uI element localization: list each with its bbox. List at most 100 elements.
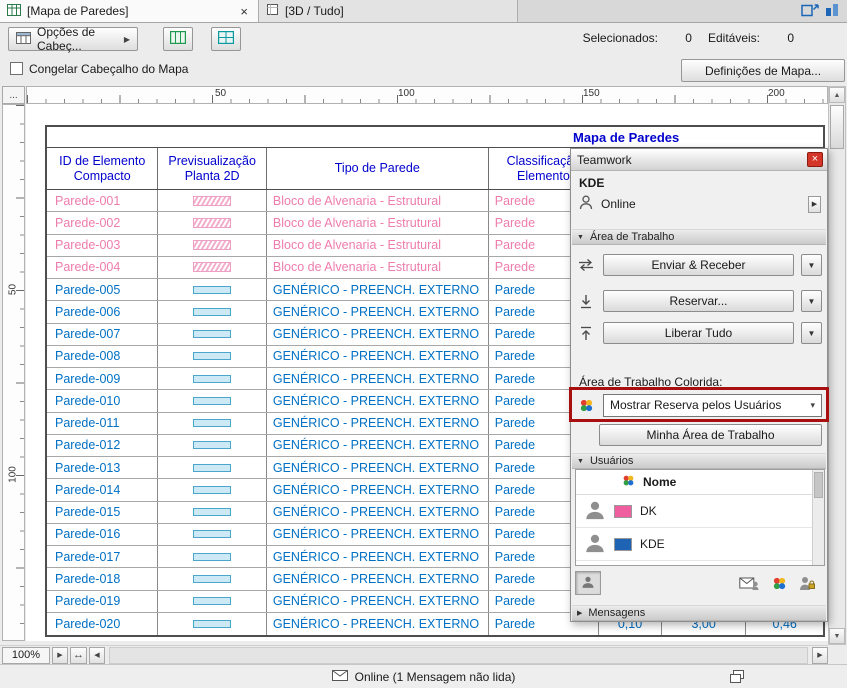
- cell-wall-type[interactable]: GENÉRICO - PREENCH. EXTERNO: [267, 546, 489, 567]
- cell-preview[interactable]: [158, 368, 266, 389]
- cell-wall-type[interactable]: GENÉRICO - PREENCH. EXTERNO: [267, 435, 489, 456]
- cell-element-id[interactable]: Parede-011: [47, 413, 158, 434]
- cell-wall-type[interactable]: Bloco de Alvenaria - Estrutural: [267, 190, 489, 211]
- tab-3d-tudo[interactable]: [3D / Tudo]: [259, 0, 518, 22]
- cell-element-id[interactable]: Parede-009: [47, 368, 158, 389]
- scroll-right-button[interactable]: ▶: [812, 647, 828, 664]
- cell-preview[interactable]: [158, 301, 266, 322]
- organizer-icon[interactable]: [824, 2, 840, 20]
- cell-element-id[interactable]: Parede-001: [47, 190, 158, 211]
- cell-wall-type[interactable]: GENÉRICO - PREENCH. EXTERNO: [267, 413, 489, 434]
- vertical-scrollbar[interactable]: ▲ ▼: [828, 86, 846, 645]
- column-header-type[interactable]: Tipo de Parede: [267, 148, 489, 189]
- user-row[interactable]: KDE: [576, 528, 824, 561]
- cell-preview[interactable]: [158, 524, 266, 545]
- cascade-windows-icon[interactable]: [730, 670, 744, 686]
- users-list-header[interactable]: Nome: [576, 470, 824, 495]
- horizontal-ruler[interactable]: 50 100 150 200: [26, 86, 828, 104]
- cell-wall-type[interactable]: GENÉRICO - PREENCH. EXTERNO: [267, 368, 489, 389]
- cell-preview[interactable]: [158, 546, 266, 567]
- tab-close-icon[interactable]: ×: [237, 4, 251, 19]
- cell-element-id[interactable]: Parede-013: [47, 457, 158, 478]
- map-settings-button[interactable]: Definições de Mapa...: [681, 59, 845, 82]
- release-all-dropdown[interactable]: ▼: [801, 322, 822, 344]
- cell-preview[interactable]: [158, 479, 266, 500]
- reserve-button[interactable]: Reservar...: [603, 290, 794, 312]
- cell-wall-type[interactable]: GENÉRICO - PREENCH. EXTERNO: [267, 346, 489, 367]
- section-usuarios[interactable]: ▼ Usuários: [572, 453, 826, 469]
- cell-element-id[interactable]: Parede-004: [47, 257, 158, 278]
- pop-up-navigator-icon[interactable]: [801, 2, 819, 20]
- cell-wall-type[interactable]: Bloco de Alvenaria - Estrutural: [267, 212, 489, 233]
- cell-preview[interactable]: [158, 457, 266, 478]
- cell-element-id[interactable]: Parede-003: [47, 235, 158, 256]
- cell-preview[interactable]: [158, 235, 266, 256]
- ruler-options-button[interactable]: ...: [2, 86, 25, 104]
- cell-preview[interactable]: [158, 413, 266, 434]
- insert-field-button[interactable]: [163, 27, 193, 51]
- cell-preview[interactable]: [158, 613, 266, 635]
- merge-cells-button[interactable]: [211, 27, 241, 51]
- my-workspace-button[interactable]: Minha Área de Trabalho: [599, 424, 822, 446]
- cell-preview[interactable]: [158, 435, 266, 456]
- scroll-up-button[interactable]: ▲: [829, 87, 845, 103]
- send-receive-button[interactable]: Enviar & Receber: [603, 254, 794, 276]
- cell-preview[interactable]: [158, 390, 266, 411]
- cell-wall-type[interactable]: GENÉRICO - PREENCH. EXTERNO: [267, 279, 489, 300]
- freeze-header-checkbox[interactable]: [10, 62, 23, 75]
- column-header-preview[interactable]: Previsualização Planta 2D: [158, 148, 266, 189]
- header-options-button[interactable]: Opções de Cabeç... ▶: [8, 27, 138, 51]
- status-message[interactable]: Online (1 Mensagem não lida): [355, 670, 516, 684]
- cell-preview[interactable]: [158, 212, 266, 233]
- cell-wall-type[interactable]: GENÉRICO - PREENCH. EXTERNO: [267, 324, 489, 345]
- users-scrollbar[interactable]: [812, 470, 824, 565]
- cell-preview[interactable]: [158, 324, 266, 345]
- cell-preview[interactable]: [158, 346, 266, 367]
- show-user-colors-icon[interactable]: [767, 573, 791, 593]
- fit-in-window-button[interactable]: ↔: [70, 647, 87, 664]
- release-all-button[interactable]: Liberar Tudo: [603, 322, 794, 344]
- cell-wall-type[interactable]: GENÉRICO - PREENCH. EXTERNO: [267, 457, 489, 478]
- cell-element-id[interactable]: Parede-012: [47, 435, 158, 456]
- horizontal-scrollbar-track[interactable]: [109, 647, 808, 664]
- reserve-dropdown[interactable]: ▼: [801, 290, 822, 312]
- scroll-down-button[interactable]: ▼: [829, 628, 845, 644]
- send-message-icon[interactable]: [737, 573, 761, 593]
- palette-titlebar[interactable]: Teamwork ×: [571, 149, 827, 171]
- scroll-left-button[interactable]: ◀: [89, 647, 105, 664]
- close-icon[interactable]: ×: [807, 152, 823, 167]
- user-access-icon[interactable]: [795, 573, 819, 593]
- cell-wall-type[interactable]: GENÉRICO - PREENCH. EXTERNO: [267, 502, 489, 523]
- cell-preview[interactable]: [158, 502, 266, 523]
- cell-element-id[interactable]: Parede-016: [47, 524, 158, 545]
- cell-preview[interactable]: [158, 279, 266, 300]
- send-receive-dropdown[interactable]: ▼: [801, 254, 822, 276]
- user-filter-button[interactable]: [575, 571, 601, 595]
- zoom-menu-button[interactable]: ▶: [52, 647, 68, 664]
- cell-element-id[interactable]: Parede-005: [47, 279, 158, 300]
- cell-wall-type[interactable]: GENÉRICO - PREENCH. EXTERNO: [267, 591, 489, 612]
- cell-element-id[interactable]: Parede-014: [47, 479, 158, 500]
- colored-workspace-select[interactable]: Mostrar Reserva pelos Usuários ▾: [603, 394, 822, 417]
- cell-wall-type[interactable]: GENÉRICO - PREENCH. EXTERNO: [267, 568, 489, 589]
- cell-element-id[interactable]: Parede-010: [47, 390, 158, 411]
- cell-element-id[interactable]: Parede-002: [47, 212, 158, 233]
- cell-preview[interactable]: [158, 257, 266, 278]
- cell-element-id[interactable]: Parede-007: [47, 324, 158, 345]
- cell-element-id[interactable]: Parede-017: [47, 546, 158, 567]
- section-area-de-trabalho[interactable]: ▼ Área de Trabalho: [572, 229, 826, 245]
- cell-element-id[interactable]: Parede-006: [47, 301, 158, 322]
- cell-preview[interactable]: [158, 591, 266, 612]
- cell-wall-type[interactable]: GENÉRICO - PREENCH. EXTERNO: [267, 390, 489, 411]
- zoom-level[interactable]: 100%: [2, 647, 50, 664]
- tab-mapa-de-paredes[interactable]: [Mapa de Paredes] ×: [0, 0, 259, 22]
- cell-wall-type[interactable]: GENÉRICO - PREENCH. EXTERNO: [267, 613, 489, 635]
- cell-wall-type[interactable]: Bloco de Alvenaria - Estrutural: [267, 235, 489, 256]
- cell-preview[interactable]: [158, 190, 266, 211]
- cell-wall-type[interactable]: Bloco de Alvenaria - Estrutural: [267, 257, 489, 278]
- column-header-id[interactable]: ID de Elemento Compacto: [47, 148, 158, 189]
- cell-preview[interactable]: [158, 568, 266, 589]
- vertical-scrollbar-thumb[interactable]: [830, 105, 844, 149]
- cell-element-id[interactable]: Parede-020: [47, 613, 158, 635]
- users-scrollbar-thumb[interactable]: [814, 472, 823, 498]
